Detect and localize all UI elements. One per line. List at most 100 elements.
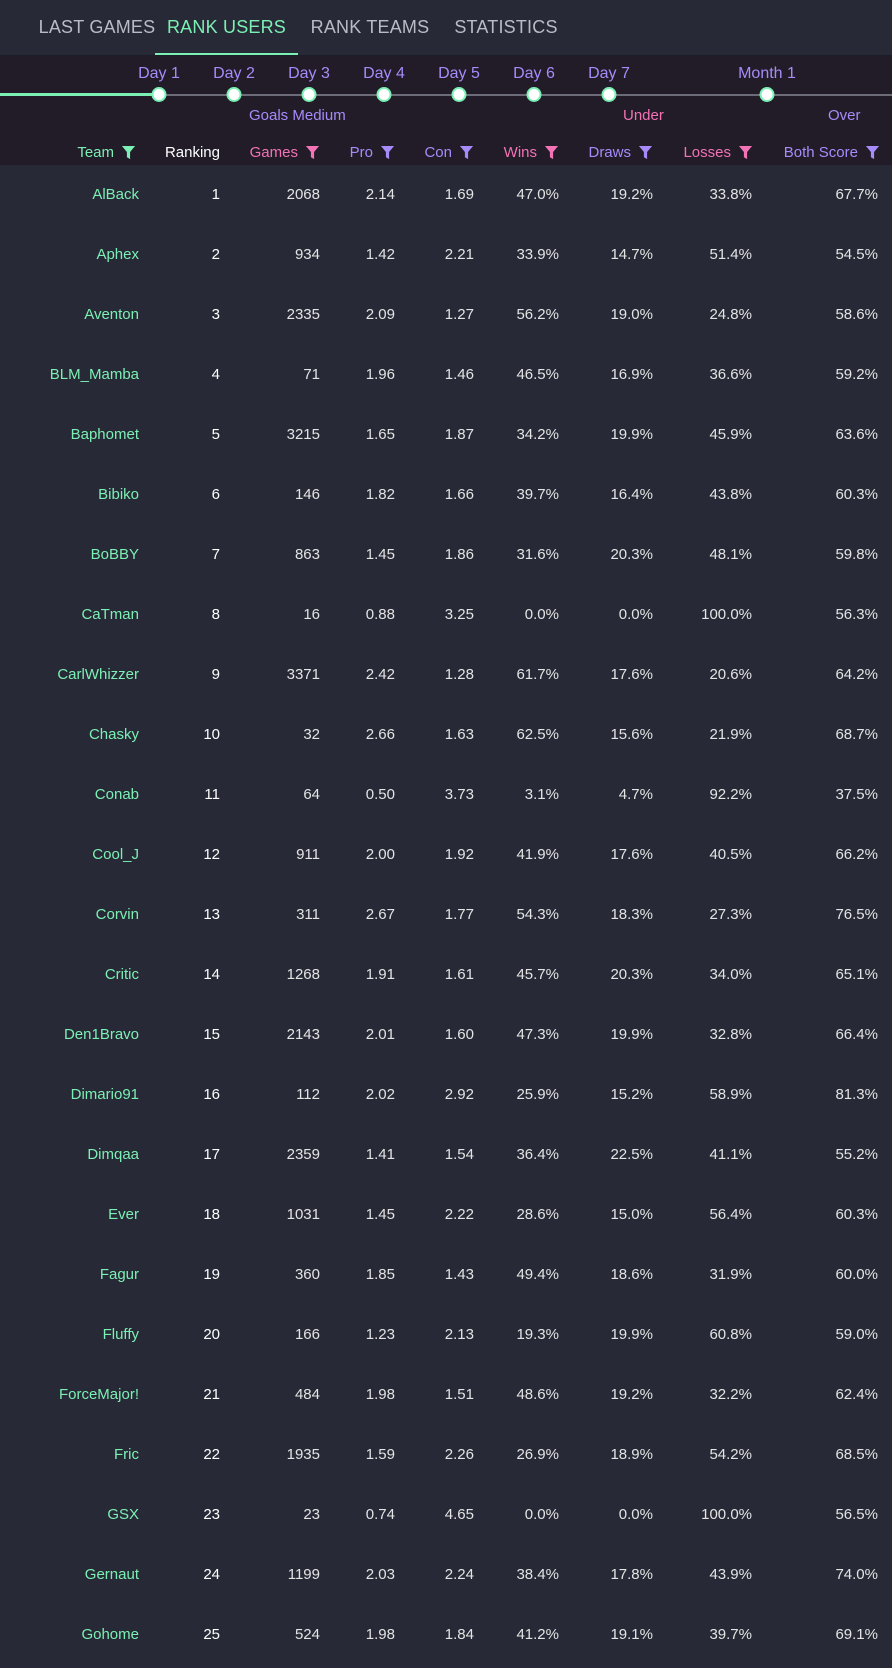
draws-cell: 19.2% [610,186,653,203]
pro-cell: 1.65 [365,426,395,443]
filter-icon[interactable] [865,145,880,160]
wins-cell: 56.2% [516,306,559,323]
period-label-day-2[interactable]: Day 2 [213,65,255,83]
team-name[interactable]: Dimqaa [87,1125,139,1185]
team-name[interactable]: Cool_J [92,825,139,885]
filter-icon[interactable] [121,145,136,160]
period-knob-day-1[interactable] [151,87,167,102]
period-knob-day-6[interactable] [526,87,542,102]
filter-icon[interactable] [544,145,559,160]
filter-icon[interactable] [305,145,320,160]
table-row: Chasky 10 32 2.66 1.63 62.5% 15.6% 21.9% 68.7% [0,705,892,765]
games-cell: 23 [303,1506,320,1523]
draws-cell: 18.9% [610,1446,653,1463]
pro-cell: 1.41 [365,1146,395,1163]
team-name[interactable]: Aphex [96,225,139,285]
column-header-losses[interactable]: Losses [683,140,753,164]
column-header-pro[interactable]: Pro [350,140,395,164]
draws-cell: 19.9% [610,1026,653,1043]
games-cell: 2335 [286,306,320,323]
team-name[interactable]: Corvin [96,885,139,945]
period-knob-month-1[interactable] [759,87,775,102]
filter-icon[interactable] [380,145,395,160]
column-header-wins[interactable]: Wins [504,140,559,164]
ranking-cell: 8 [211,606,220,623]
team-name[interactable]: GSX [107,1485,139,1545]
both-score-cell: 54.5% [835,246,878,263]
team-name[interactable]: BoBBY [91,525,139,585]
column-header-con[interactable]: Con [424,140,474,164]
period-label-month-1[interactable]: Month 1 [738,65,796,83]
pro-cell: 1.85 [365,1266,395,1283]
team-name[interactable]: Den1Bravo [64,1005,139,1065]
team-name[interactable]: Aventon [84,285,139,345]
team-name[interactable]: ForceMajor! [59,1365,139,1425]
team-name[interactable]: Ever [108,1185,139,1245]
period-knob-day-2[interactable] [226,87,242,102]
table-row: Corvin 13 311 2.67 1.77 54.3% 18.3% 27.3% 76.5% [0,885,892,945]
filter-icon[interactable] [738,145,753,160]
wins-cell: 31.6% [516,546,559,563]
team-name[interactable]: Gohome [81,1605,139,1665]
team-name[interactable]: Critic [105,945,139,1005]
filter-icon[interactable] [638,145,653,160]
team-name[interactable]: CaTman [81,585,139,645]
team-name[interactable]: Baphomet [71,405,139,465]
tab-rank-users[interactable]: RANK USERS [155,0,298,55]
team-name[interactable]: Bibiko [98,465,139,525]
team-name[interactable]: Dimario91 [71,1065,139,1125]
column-header-games[interactable]: Games [250,140,320,164]
team-name[interactable]: AlBack [92,165,139,225]
draws-cell: 19.9% [610,426,653,443]
period-label-day-3[interactable]: Day 3 [288,65,330,83]
ranking-cell: 14 [203,966,220,983]
both-score-cell: 67.7% [835,186,878,203]
table-row: Critic 14 1268 1.91 1.61 45.7% 20.3% 34.0% 65.1% [0,945,892,1005]
team-name[interactable]: Fric [114,1425,139,1485]
losses-cell: 40.5% [709,846,752,863]
wins-cell: 36.4% [516,1146,559,1163]
ranking-cell: 22 [203,1446,220,1463]
ranking-cell: 15 [203,1026,220,1043]
draws-cell: 15.0% [610,1206,653,1223]
pro-cell: 0.74 [365,1506,395,1523]
wins-cell: 47.3% [516,1026,559,1043]
column-label-both-score: Both Score [783,143,858,161]
period-label-day-6[interactable]: Day 6 [513,65,555,83]
tab-statistics[interactable]: STATISTICS [450,0,562,55]
column-header-draws[interactable]: Draws [588,140,653,164]
column-header-ranking[interactable]: Ranking [165,140,220,164]
team-name[interactable]: CarlWhizzer [57,645,139,705]
tab-last-games[interactable]: LAST GAMES [26,0,168,55]
period-knob-day-7[interactable] [601,87,617,102]
period-knob-day-5[interactable] [451,87,467,102]
period-label-day-7[interactable]: Day 7 [588,65,630,83]
wins-cell: 46.5% [516,366,559,383]
team-name[interactable]: Conab [95,765,139,825]
losses-cell: 33.8% [709,186,752,203]
team-name[interactable]: Chasky [89,705,139,765]
period-label-day-1[interactable]: Day 1 [138,65,180,83]
ranking-cell: 23 [203,1506,220,1523]
period-knob-day-4[interactable] [376,87,392,102]
column-header-team[interactable]: Team [77,140,136,164]
both-score-cell: 56.5% [835,1506,878,1523]
period-knob-day-3[interactable] [301,87,317,102]
ranking-cell: 21 [203,1386,220,1403]
con-cell: 1.51 [444,1386,474,1403]
period-label-day-5[interactable]: Day 5 [438,65,480,83]
ranking-cell: 16 [203,1086,220,1103]
team-name[interactable]: Fagur [100,1245,139,1305]
filter-icon[interactable] [459,145,474,160]
team-name[interactable]: BLM_Mamba [50,345,139,405]
team-name[interactable]: Gernaut [85,1545,139,1605]
team-name[interactable]: Fluffy [103,1305,139,1365]
period-label-day-4[interactable]: Day 4 [363,65,405,83]
column-header-both-score[interactable]: Both Score [784,140,880,164]
con-cell: 1.87 [444,426,474,443]
both-score-cell: 60.3% [835,1206,878,1223]
column-label-losses: Losses [683,143,731,161]
tab-rank-teams[interactable]: RANK TEAMS [310,0,430,55]
con-cell: 1.43 [444,1266,474,1283]
losses-cell: 56.4% [709,1206,752,1223]
